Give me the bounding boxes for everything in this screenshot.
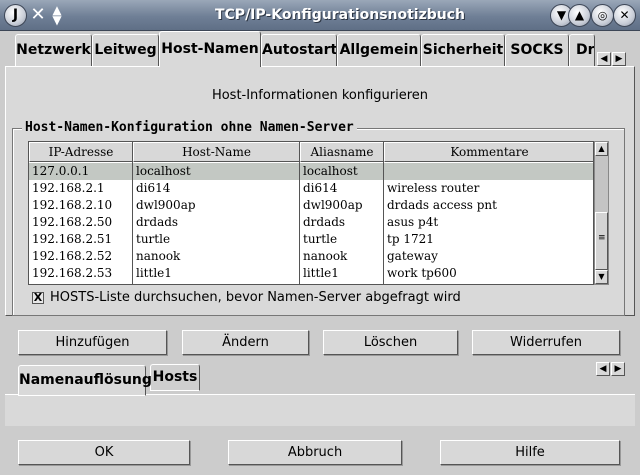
- maximize-arrow-icon[interactable]: ▲: [568, 4, 591, 27]
- delete-button[interactable]: Löschen: [323, 330, 458, 355]
- tab-scroll-left-icon[interactable]: ◀: [597, 52, 611, 66]
- cell-ip: 192.168.2.52: [32, 249, 113, 263]
- tab-leitweg[interactable]: Leitweg: [92, 34, 159, 66]
- table-row[interactable]: 192.168.2.52 nanook nanook gateway: [29, 248, 593, 265]
- cell-alias: dwl900ap: [303, 198, 363, 212]
- tab-sicherheit[interactable]: Sicherheit: [421, 34, 505, 66]
- table-row[interactable]: 192.168.2.53 little1 little1 work tp600: [29, 265, 593, 282]
- cell-host: dwl900ap: [136, 198, 196, 212]
- page-subtitle: Host-Informationen konfigurieren: [211, 88, 429, 103]
- tab-socks[interactable]: SOCKS: [505, 34, 569, 66]
- hosts-search-label[interactable]: HOSTS-Liste durchsuchen, bevor Namen-Ser…: [50, 290, 461, 305]
- subtab-namenaufloesung[interactable]: Namenauflösung: [18, 365, 152, 396]
- close-icon[interactable]: ✕: [613, 4, 636, 27]
- cell-ip: 192.168.2.51: [32, 232, 113, 246]
- subtab-scroll-left-icon[interactable]: ◀: [596, 362, 610, 376]
- cell-alias: drdads: [303, 215, 346, 229]
- cell-ip: 192.168.2.1: [32, 181, 105, 195]
- cell-host: localhost: [136, 164, 191, 178]
- tab-host-namen[interactable]: Host-Namen: [159, 31, 261, 67]
- cell-host: di614: [136, 181, 171, 195]
- cell-host: nanook: [136, 249, 181, 263]
- hosts-table[interactable]: IP-Adresse Host-Name Aliasname Kommentar…: [28, 141, 594, 285]
- ok-button[interactable]: OK: [18, 440, 190, 465]
- group-label: Host-Namen-Konfiguration ohne Namen-Serv…: [22, 120, 357, 135]
- cell-ip: 192.168.2.50: [32, 215, 113, 229]
- table-row[interactable]: 192.168.2.50 drdads drdads asus p4t: [29, 214, 593, 231]
- cell-ip: 192.168.2.53: [32, 266, 113, 280]
- tab-allgemein[interactable]: Allgemein: [337, 34, 421, 66]
- table-scrollbar[interactable]: ▲ ≡ ▼: [594, 141, 609, 285]
- change-button[interactable]: Ändern: [182, 330, 309, 355]
- table-row[interactable]: 192.168.2.51 turtle turtle tp 1721: [29, 231, 593, 248]
- column-header-alias[interactable]: Aliasname: [300, 142, 384, 162]
- add-button[interactable]: Hinzufügen: [18, 330, 167, 355]
- cell-host: little1: [136, 266, 172, 280]
- java-logo-icon[interactable]: J: [4, 4, 27, 27]
- cell-alias: localhost: [303, 164, 358, 178]
- table-row[interactable]: 192.168.2.10 dwl900ap dwl900ap drdads ac…: [29, 197, 593, 214]
- table-row[interactable]: 192.168.2.1 di614 di614 wireless router: [29, 180, 593, 197]
- cell-comment: work tp600: [387, 266, 457, 280]
- column-divider: [299, 142, 300, 284]
- cell-ip: 192.168.2.10: [32, 198, 113, 212]
- cell-host: drdads: [136, 215, 179, 229]
- cell-host: turtle: [136, 232, 171, 246]
- cell-alias: nanook: [303, 249, 348, 263]
- up-down-arrows-icon[interactable]: ▲ ▼: [50, 4, 64, 26]
- tab-autostart[interactable]: Autostart: [261, 34, 337, 66]
- cell-alias: turtle: [303, 232, 338, 246]
- lower-panel: [5, 394, 635, 426]
- restore-icon[interactable]: ◎: [591, 4, 614, 27]
- cell-comment: tp 1721: [387, 232, 434, 246]
- cell-alias: di614: [303, 181, 338, 195]
- close-x-icon[interactable]: ✕: [29, 4, 47, 25]
- tab-scroll-right-icon[interactable]: ▶: [612, 52, 626, 66]
- undo-button[interactable]: Widerrufen: [472, 330, 620, 355]
- subtab-hosts[interactable]: Hosts: [150, 364, 200, 391]
- cell-comment: [384, 163, 593, 180]
- cell-ip: 127.0.0.1: [32, 164, 90, 178]
- scroll-down-icon[interactable]: ▼: [595, 270, 608, 284]
- tab-dr[interactable]: Dr: [569, 34, 595, 66]
- table-row[interactable]: 127.0.0.1 localhost localhost: [29, 163, 593, 180]
- column-header-host-name[interactable]: Host-Name: [133, 142, 300, 162]
- cell-comment: asus p4t: [387, 215, 439, 229]
- scroll-up-icon[interactable]: ▲: [595, 142, 608, 156]
- column-header-ip[interactable]: IP-Adresse: [29, 142, 133, 162]
- cell-alias: little1: [303, 266, 339, 280]
- cell-comment: gateway: [387, 249, 438, 263]
- cancel-button[interactable]: Abbruch: [228, 440, 402, 465]
- tab-netzwerk[interactable]: Netzwerk: [15, 34, 92, 66]
- grip-lines-icon: ≡: [598, 233, 606, 243]
- column-divider: [132, 142, 133, 284]
- cell-comment: drdads access pnt: [387, 198, 497, 212]
- window-title: TCP/IP-Konfigurationsnotizbuch: [214, 7, 466, 23]
- column-divider: [383, 142, 384, 284]
- subtab-scroll-right-icon[interactable]: ▶: [611, 362, 625, 376]
- column-header-comments[interactable]: Kommentare: [384, 142, 593, 162]
- help-button[interactable]: Hilfe: [440, 440, 620, 465]
- hosts-search-checkbox[interactable]: X: [32, 292, 44, 304]
- cell-comment: wireless router: [387, 181, 480, 195]
